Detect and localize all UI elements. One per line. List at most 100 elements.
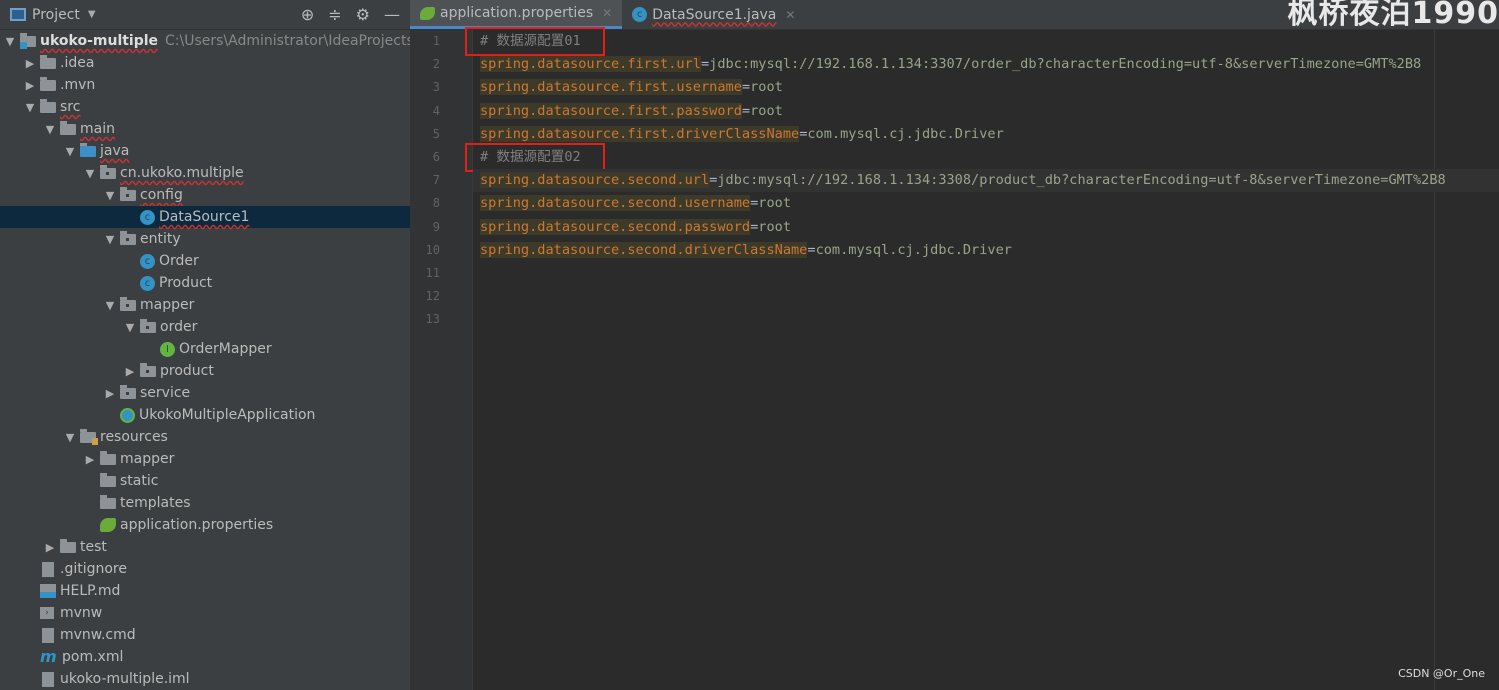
property-key: spring.datasource.first.username xyxy=(480,79,742,96)
tree-item-label: mapper xyxy=(140,297,195,313)
tree-item-label: pom.xml xyxy=(62,649,124,665)
package-icon xyxy=(120,385,136,399)
tab-application-properties[interactable]: application.properties ✕ xyxy=(410,0,623,29)
collapsed-arrow-icon[interactable]: ▶ xyxy=(100,387,120,400)
tree-item[interactable]: ▼ entity xyxy=(0,228,410,250)
tree-item[interactable]: ▼ config xyxy=(0,184,410,206)
tree-item[interactable]: ▼ src xyxy=(0,96,410,118)
spring-properties-icon xyxy=(100,518,116,532)
expanded-arrow-icon[interactable]: ▼ xyxy=(0,35,20,48)
highlight-box xyxy=(465,143,605,172)
collapsed-arrow-icon[interactable]: ▶ xyxy=(20,57,40,70)
property-key: spring.datasource.second.url xyxy=(480,172,710,189)
tree-item[interactable]: mvnw.cmd xyxy=(0,624,410,646)
chevron-down-icon[interactable]: ▼ xyxy=(88,9,96,20)
line-number-gutter: 1 2 3 4 5 6 7 8 9 10 11 12 13 xyxy=(410,30,473,690)
maven-icon: m xyxy=(40,647,57,666)
line-number: 6 xyxy=(432,150,440,164)
expanded-arrow-icon[interactable]: ▼ xyxy=(120,321,140,334)
expanded-arrow-icon[interactable]: ▼ xyxy=(20,101,40,114)
minimize-icon[interactable]: — xyxy=(384,5,400,24)
code-line[interactable] xyxy=(473,285,1499,308)
tree-item[interactable]: I OrderMapper xyxy=(0,338,410,360)
tree-item-label: UkokoMultipleApplication xyxy=(139,407,316,423)
code-line[interactable] xyxy=(473,262,1499,285)
code-line[interactable]: spring.datasource.second.username=root xyxy=(473,192,1499,215)
code-line[interactable]: spring.datasource.second.url=jdbc:mysql:… xyxy=(473,169,1499,193)
code-line[interactable]: # 数据源配置02 xyxy=(465,143,1499,172)
code-line[interactable]: spring.datasource.first.driverClassName=… xyxy=(473,123,1499,146)
package-icon xyxy=(120,297,136,311)
code-editor[interactable]: # 数据源配置01 spring.datasource.first.url=jdb… xyxy=(465,27,1499,690)
tab-label: DataSource1.java xyxy=(652,6,777,23)
collapsed-arrow-icon[interactable]: ▶ xyxy=(80,453,100,466)
code-line[interactable]: spring.datasource.first.username=root xyxy=(473,76,1499,99)
code-line[interactable]: spring.datasource.second.driverClassName… xyxy=(473,239,1499,262)
tree-item-label: order xyxy=(160,319,198,335)
tree-item[interactable]: ▼ order xyxy=(0,316,410,338)
tree-item[interactable]: ▼ resources xyxy=(0,426,410,448)
tree-item[interactable]: ▼ mapper xyxy=(0,294,410,316)
folder-icon xyxy=(60,539,76,553)
gear-icon[interactable]: ⚙ xyxy=(356,5,370,24)
locate-icon[interactable]: ⊕ xyxy=(301,5,314,24)
tree-item-label: main xyxy=(80,121,115,137)
expanded-arrow-icon[interactable]: ▼ xyxy=(60,145,80,158)
tree-item[interactable]: c Product xyxy=(0,272,410,294)
tree-item[interactable]: static xyxy=(0,470,410,492)
code-line[interactable]: spring.datasource.first.url=jdbc:mysql:/… xyxy=(473,53,1499,76)
project-tree: ▼ ukoko-multiple C:\Users\Administrator\Id… xyxy=(0,30,410,690)
code-line[interactable]: # 数据源配置01 xyxy=(465,27,1499,56)
tree-item[interactable]: ukoko-multiple.iml xyxy=(0,668,410,690)
tree-item[interactable]: c Order xyxy=(0,250,410,272)
tree-item[interactable]: templates xyxy=(0,492,410,514)
tree-item[interactable]: UkokoMultipleApplication xyxy=(0,404,410,426)
expanded-arrow-icon[interactable]: ▼ xyxy=(100,299,120,312)
tree-item[interactable]: ▶ product xyxy=(0,360,410,382)
tree-item-label: mapper xyxy=(120,451,175,467)
expanded-arrow-icon[interactable]: ▼ xyxy=(60,431,80,444)
tab-datasource1-java[interactable]: c DataSource1.java ✕ xyxy=(622,0,805,29)
tree-item[interactable]: ▶ service xyxy=(0,382,410,404)
collapsed-arrow-icon[interactable]: ▶ xyxy=(120,365,140,378)
project-view-selector[interactable]: Project xyxy=(32,7,80,23)
tree-item[interactable]: ▶ .mvn xyxy=(0,74,410,96)
tree-item[interactable]: ▼ java xyxy=(0,140,410,162)
tree-item[interactable]: m pom.xml xyxy=(0,646,410,668)
tree-item[interactable]: ▶ test xyxy=(0,536,410,558)
collapse-all-icon[interactable]: ≑ xyxy=(328,5,341,24)
tree-item[interactable]: › mvnw xyxy=(0,602,410,624)
close-icon[interactable]: ✕ xyxy=(602,6,612,20)
equals-sign: = xyxy=(741,102,751,119)
tree-item[interactable]: ▶ .idea xyxy=(0,52,410,74)
tree-item-label: entity xyxy=(140,231,181,247)
code-line[interactable]: spring.datasource.first.password=root xyxy=(473,100,1499,123)
property-key: spring.datasource.second.username xyxy=(480,195,751,212)
line-number: 2 xyxy=(432,57,440,72)
folder-icon xyxy=(100,451,116,465)
tree-item-label: mvnw xyxy=(60,605,103,621)
tree-item[interactable]: ▼ ukoko-multiple C:\Users\Administrator\Id… xyxy=(0,30,410,52)
code-line[interactable] xyxy=(473,308,1499,331)
code-line[interactable]: spring.datasource.second.password=root xyxy=(473,216,1499,239)
collapsed-arrow-icon[interactable]: ▶ xyxy=(40,541,60,554)
collapsed-arrow-icon[interactable]: ▶ xyxy=(20,79,40,92)
tree-item[interactable]: ▼ cn.ukoko.multiple xyxy=(0,162,410,184)
module-icon xyxy=(20,33,36,49)
tree-item-label: OrderMapper xyxy=(179,341,272,357)
tree-item[interactable]: HELP.md xyxy=(0,580,410,602)
close-icon[interactable]: ✕ xyxy=(785,8,795,22)
watermark: 枫桥夜泊1990 xyxy=(1287,0,1499,31)
tree-item-label: DataSource1 xyxy=(159,209,250,225)
tree-item[interactable]: ▼ main xyxy=(0,118,410,140)
tree-item-label: cn.ukoko.multiple xyxy=(120,165,244,181)
tree-item[interactable]: .gitignore xyxy=(0,558,410,580)
tree-item[interactable]: c DataSource1 xyxy=(0,206,410,228)
expanded-arrow-icon[interactable]: ▼ xyxy=(80,167,100,180)
property-value: root xyxy=(750,79,783,96)
expanded-arrow-icon[interactable]: ▼ xyxy=(40,123,60,136)
expanded-arrow-icon[interactable]: ▼ xyxy=(100,189,120,202)
tree-item[interactable]: application.properties xyxy=(0,514,410,536)
tree-item[interactable]: ▶ mapper xyxy=(0,448,410,470)
expanded-arrow-icon[interactable]: ▼ xyxy=(100,233,120,246)
